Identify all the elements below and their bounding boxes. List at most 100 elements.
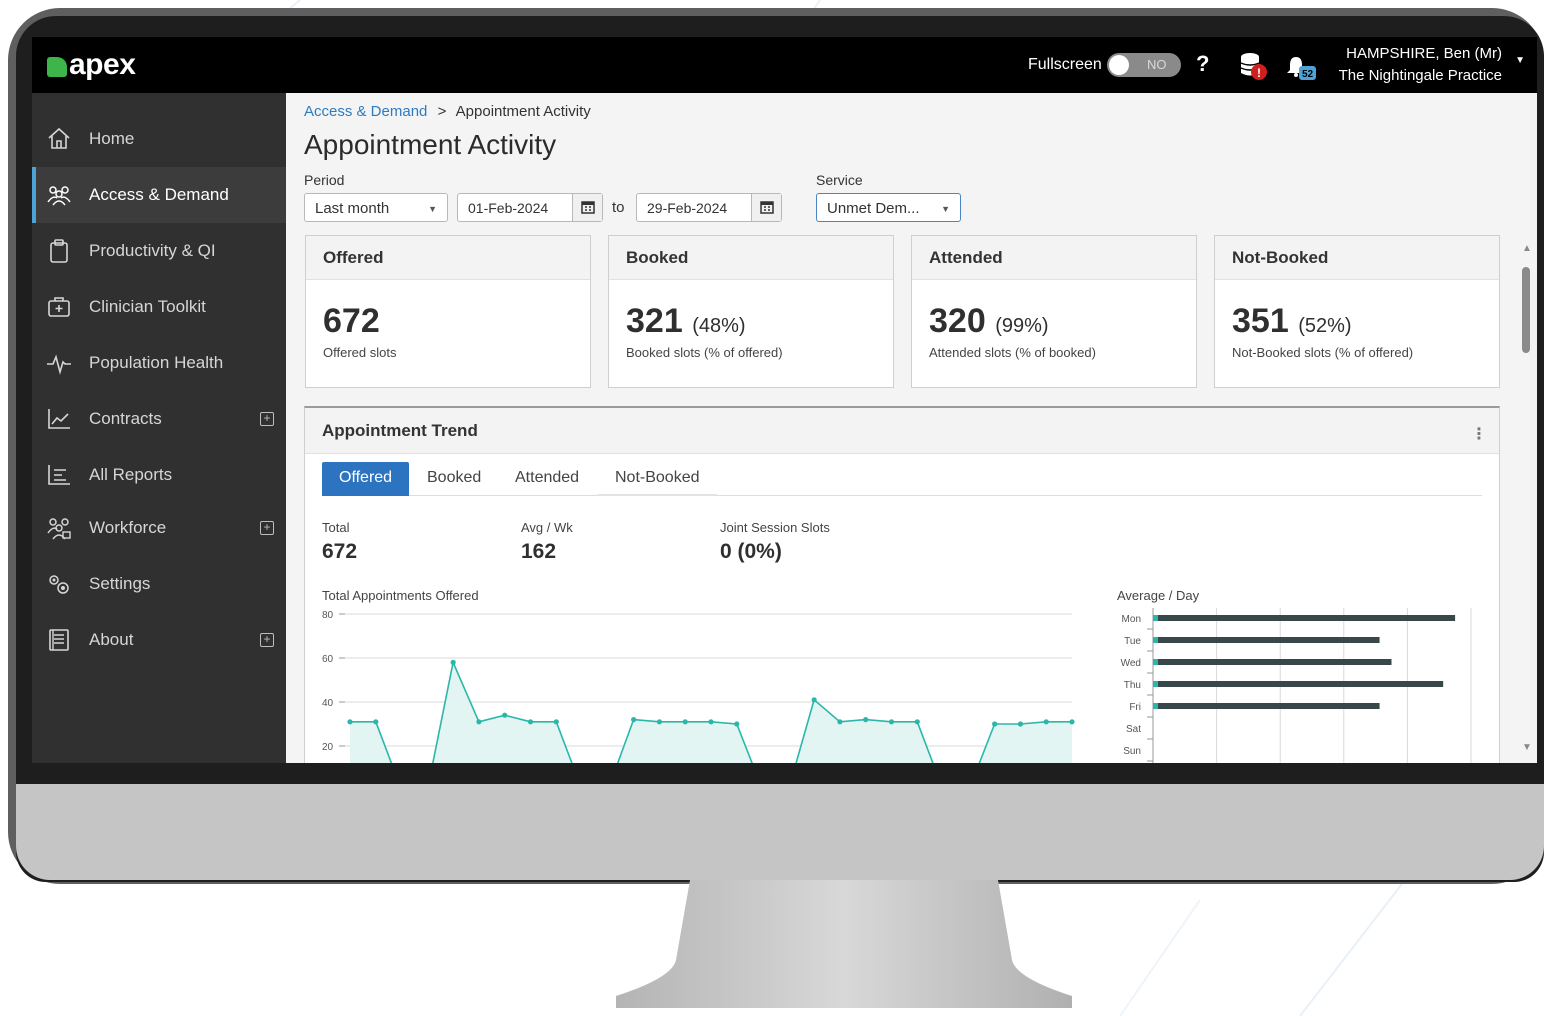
calendar-icon[interactable] bbox=[572, 194, 602, 221]
data-point[interactable] bbox=[631, 717, 637, 723]
apex-logo[interactable]: apex bbox=[47, 50, 136, 80]
expand-icon[interactable]: + bbox=[260, 412, 274, 426]
sidebar-item-about[interactable]: About + bbox=[32, 612, 286, 668]
sidebar-item-clinician-toolkit[interactable]: Clinician Toolkit bbox=[32, 279, 286, 335]
sidebar-item-all-reports[interactable]: All Reports bbox=[32, 447, 286, 503]
database-icon[interactable]: ! bbox=[1238, 51, 1268, 81]
calendar-icon[interactable] bbox=[751, 194, 781, 221]
data-point[interactable] bbox=[450, 659, 456, 665]
help-button[interactable]: ? bbox=[1196, 51, 1209, 77]
kpi-title: Not-Booked bbox=[1215, 236, 1499, 280]
gears-icon bbox=[49, 575, 69, 594]
data-point[interactable] bbox=[373, 719, 379, 725]
sidebar-item-label: Contracts bbox=[89, 409, 162, 428]
database-alert-badge: ! bbox=[1257, 66, 1261, 80]
breadcrumb-parent-link[interactable]: Access & Demand bbox=[304, 103, 427, 120]
kpi-title: Attended bbox=[912, 236, 1196, 280]
service-select[interactable]: Unmet Dem... ▼ bbox=[816, 193, 961, 222]
bar[interactable] bbox=[1153, 637, 1380, 643]
sidebar-item-label: Population Health bbox=[89, 353, 224, 372]
bar[interactable] bbox=[1153, 703, 1380, 709]
tab-attended[interactable]: Attended bbox=[498, 462, 596, 496]
tab-not-booked[interactable]: Not-Booked bbox=[598, 462, 717, 496]
sidebar-item-label: Productivity & QI bbox=[89, 241, 216, 260]
scroll-down-icon[interactable]: ▼ bbox=[1522, 742, 1532, 753]
bar-marker bbox=[1153, 637, 1158, 643]
data-point[interactable] bbox=[708, 719, 714, 725]
bar-marker bbox=[1153, 681, 1158, 687]
data-point[interactable] bbox=[476, 719, 482, 725]
data-point[interactable] bbox=[347, 719, 353, 725]
fullscreen-toggle[interactable]: NO bbox=[1107, 53, 1181, 77]
tab-booked[interactable]: Booked bbox=[410, 462, 498, 496]
data-point[interactable] bbox=[992, 721, 998, 727]
trend-area-chart: 80 60 40 20 bbox=[322, 610, 1075, 763]
category-label: Thu bbox=[1124, 680, 1141, 691]
user-name[interactable]: HAMPSHIRE, Ben (Mr) bbox=[1346, 45, 1502, 62]
sidebar-item-label: Access & Demand bbox=[89, 185, 229, 204]
sidebar-item-contracts[interactable]: Contracts + bbox=[32, 391, 286, 447]
data-point[interactable] bbox=[1043, 719, 1049, 725]
period-select[interactable]: Last month ▼ bbox=[304, 193, 448, 222]
y-tick-label: 80 bbox=[322, 610, 334, 621]
bar[interactable] bbox=[1153, 681, 1444, 687]
data-point[interactable] bbox=[863, 717, 869, 723]
data-point[interactable] bbox=[682, 719, 688, 725]
sidebar-item-productivity[interactable]: Productivity & QI bbox=[32, 223, 286, 279]
category-label: Tue bbox=[1124, 636, 1141, 647]
top-bar: apex Fullscreen NO ? ! 52 HAMPSHIRE, Ben… bbox=[32, 37, 1537, 93]
data-point[interactable] bbox=[502, 712, 508, 718]
sidebar-item-label: Home bbox=[89, 129, 135, 148]
expand-icon[interactable]: + bbox=[260, 633, 274, 647]
kpi-subtitle: Offered slots bbox=[323, 345, 397, 360]
bar-marker bbox=[1153, 659, 1158, 665]
team-icon bbox=[47, 518, 71, 540]
date-to-input[interactable]: 29-Feb-2024 bbox=[636, 193, 782, 222]
more-options-icon[interactable]: ⋮ bbox=[1471, 424, 1487, 444]
sidebar-item-workforce[interactable]: Workforce + bbox=[32, 500, 286, 556]
notification-bell-icon[interactable]: 52 bbox=[1286, 53, 1318, 81]
user-menu-caret-icon[interactable]: ▼ bbox=[1515, 55, 1525, 66]
bar[interactable] bbox=[1153, 615, 1456, 621]
bar[interactable] bbox=[1153, 659, 1392, 665]
appointment-trend-panel: Appointment Trend ⋮ Offered Booked Atten… bbox=[304, 406, 1500, 763]
fullscreen-label: Fullscreen bbox=[1028, 56, 1102, 73]
practice-name[interactable]: The Nightingale Practice bbox=[1339, 67, 1502, 84]
sidebar-item-label: All Reports bbox=[89, 465, 173, 484]
kpi-value: 672 bbox=[323, 302, 380, 340]
data-point[interactable] bbox=[1017, 721, 1024, 727]
page-title: Appointment Activity bbox=[304, 129, 557, 160]
data-point[interactable] bbox=[527, 719, 534, 725]
data-point[interactable] bbox=[553, 719, 559, 725]
category-label: Wed bbox=[1121, 658, 1141, 669]
book-icon bbox=[49, 629, 69, 651]
sidebar-item-population-health[interactable]: Population Health bbox=[32, 335, 286, 391]
kpi-title: Booked bbox=[609, 236, 893, 280]
tab-offered[interactable]: Offered bbox=[322, 462, 410, 496]
sidebar-item-home[interactable]: Home bbox=[32, 111, 286, 167]
sidebar-item-access-demand[interactable]: Access & Demand bbox=[32, 167, 286, 223]
data-point[interactable] bbox=[811, 697, 817, 703]
data-point[interactable] bbox=[837, 719, 843, 725]
date-from-input[interactable]: 01-Feb-2024 bbox=[457, 193, 603, 222]
stat-total-value: 672 bbox=[322, 540, 358, 563]
expand-icon[interactable]: + bbox=[260, 521, 274, 535]
sidebar-item-settings[interactable]: Settings bbox=[32, 556, 286, 612]
data-point[interactable] bbox=[914, 719, 920, 725]
scroll-thumb[interactable] bbox=[1522, 267, 1530, 353]
content-scrollbar[interactable]: ▲ ▼ bbox=[1517, 235, 1537, 763]
scroll-up-icon[interactable]: ▲ bbox=[1522, 243, 1532, 254]
category-label: Mon bbox=[1122, 614, 1141, 625]
data-point[interactable] bbox=[734, 721, 740, 727]
avg-day-chart-title: Average / Day bbox=[1117, 588, 1200, 603]
kpi-subtitle: Not-Booked slots (% of offered) bbox=[1232, 345, 1414, 360]
kpi-card-booked: Booked 321 (48%) Booked slots (% of offe… bbox=[608, 235, 894, 388]
y-tick-label: 20 bbox=[322, 742, 334, 753]
sidebar: Home Access & Demand Productivity & QI C… bbox=[32, 93, 286, 763]
data-point[interactable] bbox=[888, 719, 895, 725]
stat-joint-value: 0 (0%) bbox=[720, 540, 782, 563]
kpi-card-offered: Offered 672 Offered slots bbox=[305, 235, 591, 388]
data-point[interactable] bbox=[656, 719, 663, 725]
data-point[interactable] bbox=[1069, 719, 1075, 725]
medical-bag-icon bbox=[48, 297, 70, 317]
